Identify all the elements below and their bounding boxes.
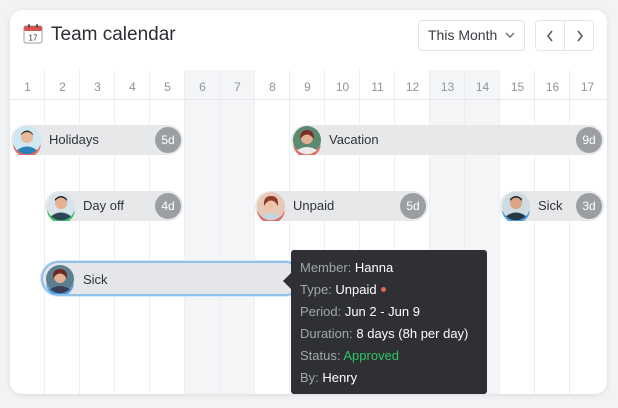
event-bar-day-off[interactable]: Day off 4d [45, 191, 183, 221]
day-column: 2 [45, 70, 80, 394]
day-number: 9 [304, 80, 311, 94]
range-select-value: This Month [428, 27, 498, 43]
calendar-icon: 17 [23, 24, 43, 44]
page-title: Team calendar [51, 24, 176, 45]
day-column: 1 [10, 70, 45, 394]
tooltip-value: 8 days (8h per day) [356, 326, 469, 341]
period-navigation [535, 20, 594, 51]
event-bar-unpaid[interactable]: Unpaid 5d [255, 191, 428, 221]
tooltip-value: Jun 2 - Jun 9 [344, 304, 420, 319]
avatar [502, 192, 530, 221]
tooltip-value: Hanna [354, 260, 394, 275]
chevron-right-icon [576, 30, 583, 41]
day-number: 14 [475, 80, 490, 94]
event-label: Vacation [329, 132, 379, 147]
tooltip-period: Period: Jun 2 - Jun 9 [300, 301, 487, 323]
day-column: 8 [255, 70, 290, 394]
event-label: Unpaid [293, 198, 335, 213]
day-column: 5 [150, 70, 185, 394]
day-column: 3 [80, 70, 115, 394]
avatar [46, 265, 74, 294]
day-column: 16 [535, 70, 570, 394]
day-number: 6 [199, 80, 206, 94]
status-approved: Approved [343, 348, 400, 363]
day-number: 7 [234, 80, 241, 94]
event-label: Sick [538, 198, 563, 213]
tooltip-status: Status: Approved [300, 345, 487, 367]
tooltip-key: Status: [300, 348, 341, 363]
day-number: 11 [371, 80, 384, 94]
day-column: 4 [115, 70, 150, 394]
tooltip-key: Duration: [300, 326, 353, 341]
duration-badge: 4d [155, 193, 181, 219]
day-number: 5 [164, 80, 171, 94]
day-column: 17 [570, 70, 607, 394]
event-label: Holidays [49, 132, 99, 147]
next-period-button[interactable] [565, 21, 594, 50]
chevron-down-icon [505, 32, 515, 38]
tooltip-by: By: Henry [300, 367, 487, 389]
day-number: 13 [440, 80, 455, 94]
day-column-weekend: 7 [220, 70, 255, 394]
event-bar-sick-selected[interactable]: Sick [41, 261, 303, 296]
event-bar-vacation[interactable]: Vacation 9d [291, 125, 604, 155]
day-number: 12 [405, 80, 420, 94]
duration-badge: 5d [400, 193, 426, 219]
tooltip-duration: Duration: 8 days (8h per day) [300, 323, 487, 345]
avatar [47, 192, 75, 221]
avatar [257, 192, 285, 221]
event-bar-holidays[interactable]: Holidays 5d [11, 125, 183, 155]
tooltip-member: Member: Hanna [300, 257, 487, 279]
tooltip-key: Member: [300, 260, 352, 275]
chevron-left-icon [547, 30, 553, 41]
day-number: 16 [545, 80, 560, 94]
day-number: 8 [269, 80, 276, 94]
header-divider [10, 99, 607, 100]
tooltip-type: Type: Unpaid [300, 279, 487, 301]
event-bar-sick[interactable]: Sick 3d [500, 191, 604, 221]
avatar [13, 126, 41, 155]
day-column-weekend: 6 [185, 70, 220, 394]
avatar [293, 126, 321, 155]
tooltip-key: By: [300, 370, 319, 385]
duration-badge: 9d [576, 127, 602, 153]
tooltip-key: Period: [300, 304, 342, 319]
day-number: 17 [580, 80, 595, 94]
day-number: 10 [335, 80, 350, 94]
day-number: 2 [59, 80, 66, 94]
tooltip-value: Henry [322, 370, 358, 385]
team-calendar-card: 17 Team calendar This Month 1 2 3 4 5 6 … [10, 10, 607, 394]
day-number: 1 [24, 80, 31, 94]
svg-text:17: 17 [29, 34, 38, 43]
duration-badge: 3d [576, 193, 602, 219]
range-select[interactable]: This Month [418, 20, 525, 51]
type-color-dot [380, 287, 386, 292]
tooltip-key: Type: [300, 282, 332, 297]
tooltip-arrow [283, 273, 291, 289]
event-tooltip: Member: Hanna Type: Unpaid Period: Jun 2… [283, 250, 487, 394]
event-label: Day off [83, 198, 124, 213]
event-label: Sick [83, 272, 108, 287]
day-number: 3 [94, 80, 101, 94]
day-number: 15 [510, 80, 525, 94]
tooltip-value: Unpaid [335, 282, 377, 297]
day-number: 4 [129, 80, 136, 94]
duration-badge: 5d [155, 127, 181, 153]
prev-period-button[interactable] [536, 21, 565, 50]
day-column: 15 [500, 70, 535, 394]
